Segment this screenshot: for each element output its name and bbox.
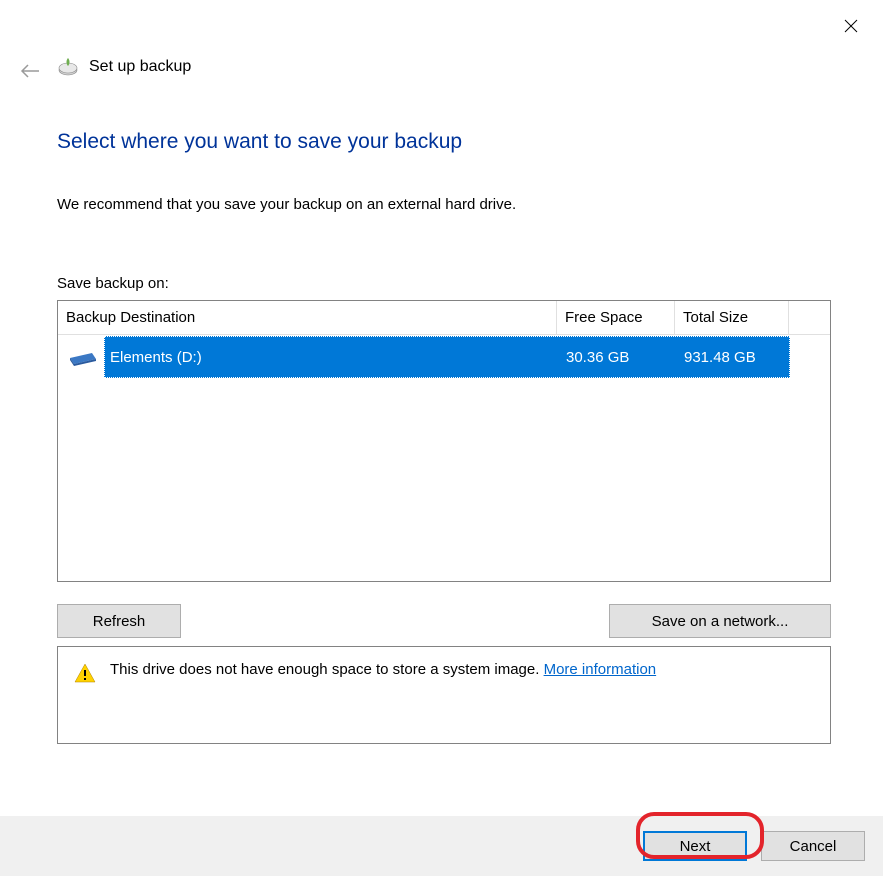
cell-free: 30.36 GB: [558, 349, 676, 366]
wizard-title: Set up backup: [89, 58, 191, 76]
warning-text: This drive does not have enough space to…: [110, 661, 656, 678]
next-button[interactable]: Next: [643, 831, 747, 861]
backup-icon: [57, 56, 79, 78]
back-button[interactable]: [18, 59, 42, 83]
table-row[interactable]: Elements (D:) 30.36 GB 931.48 GB: [58, 335, 830, 379]
warning-panel: This drive does not have enough space to…: [57, 646, 831, 744]
refresh-button[interactable]: Refresh: [57, 604, 181, 638]
drive-list: Backup Destination Free Space Total Size…: [57, 300, 831, 582]
page-heading: Select where you want to save your backu…: [57, 130, 831, 154]
table-header-row: Backup Destination Free Space Total Size: [58, 301, 830, 335]
more-info-link[interactable]: More information: [544, 661, 657, 678]
wizard-header: Set up backup: [57, 56, 191, 78]
col-header-total[interactable]: Total Size: [674, 301, 788, 334]
cell-total: 931.48 GB: [676, 349, 790, 366]
recommend-text: We recommend that you save your backup o…: [57, 196, 831, 213]
warning-icon: [74, 663, 96, 683]
close-icon: [844, 19, 858, 33]
cell-destination: Elements (D:): [104, 349, 558, 366]
warning-message: This drive does not have enough space to…: [110, 661, 544, 678]
cancel-button[interactable]: Cancel: [761, 831, 865, 861]
save-on-network-button[interactable]: Save on a network...: [609, 604, 831, 638]
close-button[interactable]: [839, 14, 863, 38]
col-header-destination[interactable]: Backup Destination: [58, 309, 556, 326]
wizard-footer: Next Cancel: [0, 816, 883, 876]
back-arrow-icon: [20, 63, 40, 79]
hard-drive-icon: [66, 346, 100, 368]
col-header-spacer: [788, 301, 830, 334]
col-header-free[interactable]: Free Space: [556, 301, 674, 334]
save-on-label: Save backup on:: [57, 275, 831, 292]
